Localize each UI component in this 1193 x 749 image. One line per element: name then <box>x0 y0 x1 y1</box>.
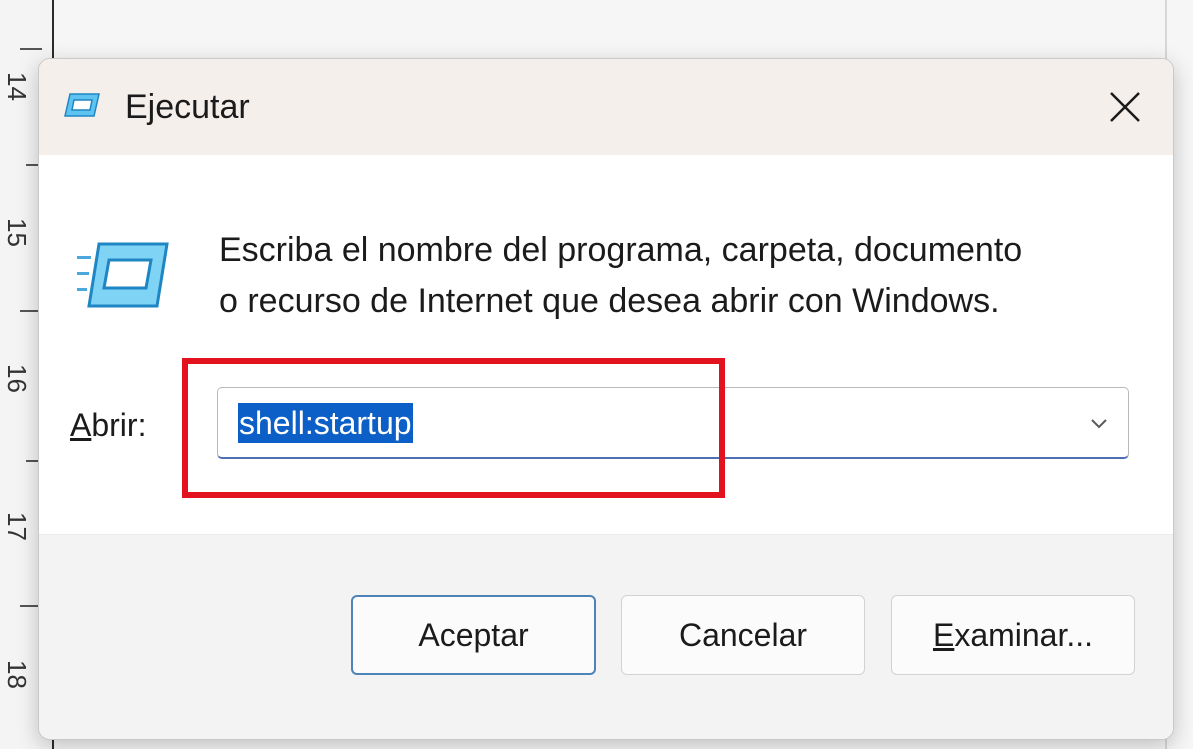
ruler-number: 17 <box>2 512 32 541</box>
cancel-button[interactable]: Cancelar <box>621 595 865 675</box>
browse-label: xaminar... <box>954 616 1094 653</box>
open-combobox[interactable]: shell:startup <box>217 387 1129 459</box>
dialog-title: Ejecutar <box>125 88 250 126</box>
open-label-text: brir: <box>91 407 147 443</box>
accept-button[interactable]: Aceptar <box>351 595 596 675</box>
open-label: Abrir: <box>70 405 146 445</box>
close-icon <box>1110 92 1140 122</box>
prompt-line-1: Escriba el nombre del programa, carpeta,… <box>219 231 1023 269</box>
button-bar: Aceptar Cancelar Examinar... <box>39 534 1173 739</box>
close-button[interactable] <box>1077 59 1173 155</box>
ruler-number: 16 <box>2 364 32 393</box>
ruler-number: 15 <box>2 218 32 247</box>
open-label-mnemonic: A <box>70 407 92 443</box>
run-dialog: Ejecutar Escriba el nombre del programa,… <box>38 58 1174 740</box>
ruler-tick <box>20 48 42 50</box>
run-program-icon <box>77 242 169 308</box>
chevron-down-icon[interactable] <box>1084 408 1114 438</box>
prompt-line-2: o recurso de Internet que desea abrir co… <box>219 282 1000 320</box>
browse-button[interactable]: Examinar... <box>891 595 1135 675</box>
browse-mnemonic: E <box>932 616 955 653</box>
open-input-value[interactable]: shell:startup <box>238 403 413 443</box>
run-dialog-icon <box>64 93 100 117</box>
ruler-number: 14 <box>2 72 32 101</box>
title-bar[interactable]: Ejecutar <box>39 59 1173 155</box>
ruler-number: 18 <box>2 660 32 689</box>
prompt-description: Escriba el nombre del programa, carpeta,… <box>219 225 1139 327</box>
